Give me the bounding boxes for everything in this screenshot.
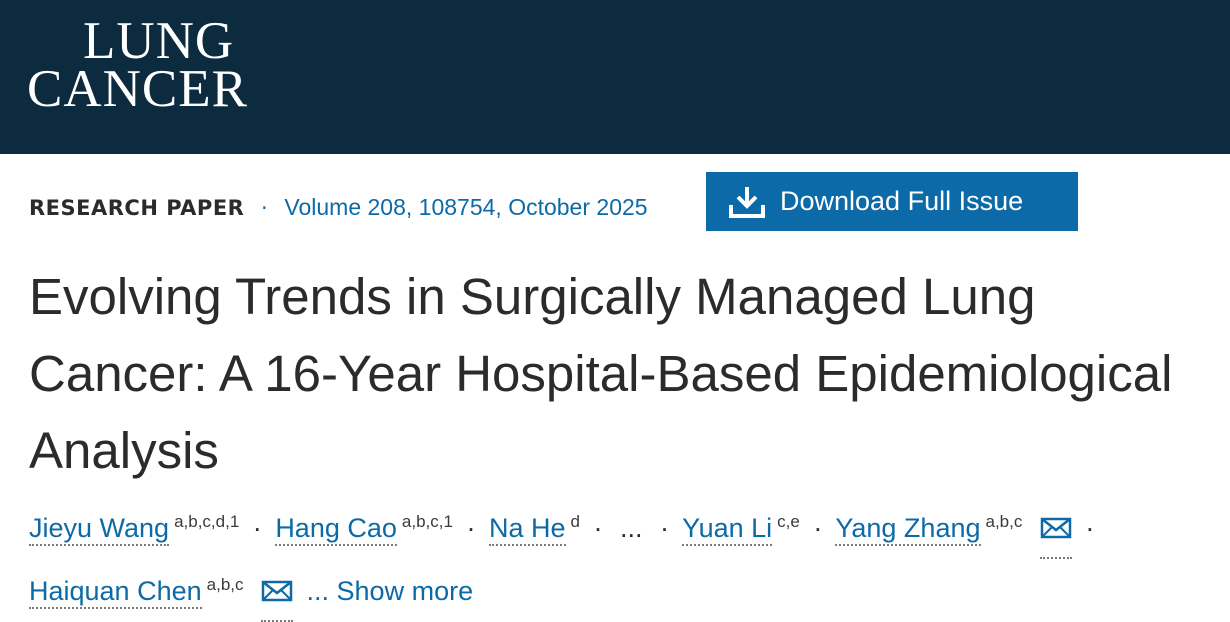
author-affiliations: a,b,c: [206, 575, 244, 594]
meta-separator: ·: [261, 196, 268, 220]
author-separator: ·: [1085, 513, 1095, 543]
author-link[interactable]: Na He: [488, 513, 566, 546]
author-separator: ·: [466, 513, 476, 543]
email-icon[interactable]: [1039, 504, 1072, 559]
author-link[interactable]: Jieyu Wang: [29, 513, 170, 546]
author-link[interactable]: Yang Zhang: [835, 513, 981, 546]
article-type: RESEARCH PAPER: [29, 196, 245, 220]
author-ellipsis: ...: [620, 513, 643, 543]
article-meta: RESEARCH PAPER · Volume 208, 108754, Oct…: [29, 194, 648, 221]
author-link[interactable]: Haiquan Chen: [29, 576, 202, 609]
author-separator: ·: [660, 513, 670, 543]
author-link[interactable]: Hang Cao: [275, 513, 397, 546]
download-full-issue-button[interactable]: Download Full Issue: [706, 172, 1078, 231]
journal-logo[interactable]: LUNG CANCER: [27, 15, 248, 116]
author-affiliations: a,b,c: [985, 512, 1023, 531]
email-icon[interactable]: [261, 567, 294, 622]
author-list: Jieyu Wang a,b,c,d,1 · Hang Cao a,b,c,1 · …: [29, 496, 1209, 622]
author-affiliations: a,b,c,1: [401, 512, 453, 531]
download-icon: [729, 186, 765, 218]
journal-banner: LUNG CANCER: [0, 0, 1230, 154]
author-link[interactable]: Yuan Li: [682, 513, 773, 546]
author-affiliations: d: [570, 512, 580, 531]
logo-line-2: CANCER: [27, 59, 248, 118]
show-more-link[interactable]: ... Show more: [307, 576, 474, 606]
author-affiliations: a,b,c,d,1: [174, 512, 240, 531]
author-separator: ·: [593, 513, 603, 543]
author-separator: ·: [252, 513, 262, 543]
download-button-label: Download Full Issue: [780, 186, 1024, 216]
author-separator: ·: [813, 513, 823, 543]
volume-link[interactable]: Volume 208, 108754, October 2025: [284, 194, 647, 220]
article-title: Evolving Trends in Surgically Managed Lu…: [29, 268, 1173, 479]
author-affiliations: c,e: [777, 512, 800, 531]
